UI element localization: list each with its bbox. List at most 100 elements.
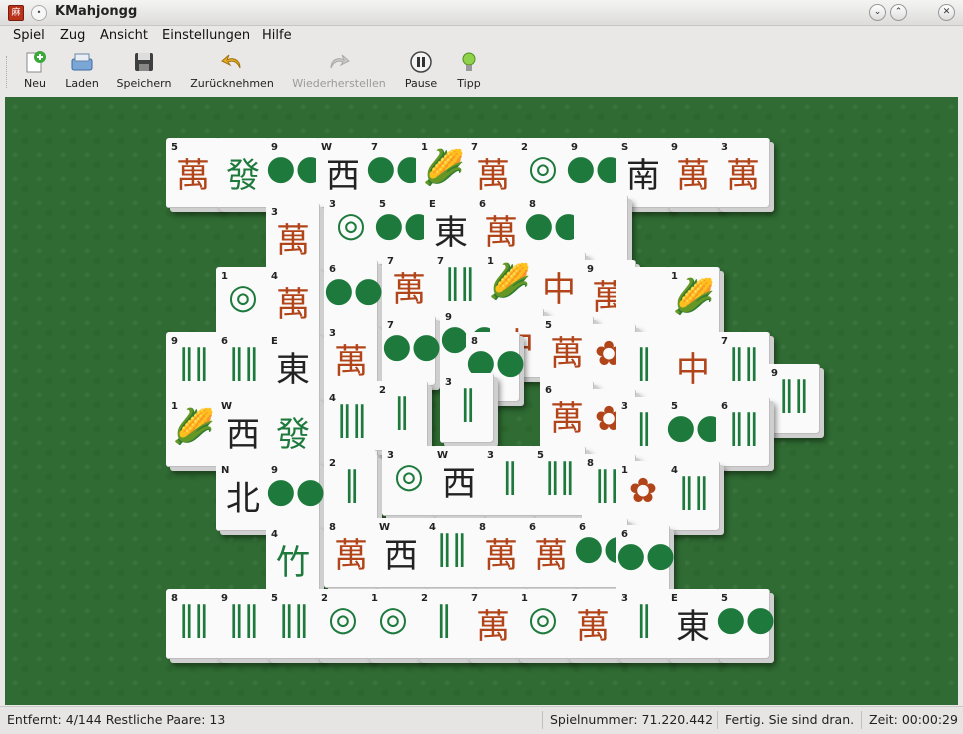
mahjong-tile[interactable]: 9 ‖‖ bbox=[166, 332, 220, 402]
tile-face-symbol: 🌽 bbox=[488, 262, 531, 302]
tile-face-symbol: ●● bbox=[616, 535, 676, 575]
menu-spiel[interactable]: Spiel bbox=[13, 28, 45, 43]
tile-face-symbol: ◎ bbox=[394, 456, 424, 496]
mahjong-tile[interactable]: E東 bbox=[666, 589, 720, 659]
tile-face-symbol: ●● bbox=[716, 599, 776, 639]
new-document-icon bbox=[23, 50, 47, 74]
mahjong-tile[interactable]: 9●● bbox=[266, 461, 325, 531]
undo-button[interactable]: Zurücknehmen bbox=[188, 50, 276, 92]
mahjong-tile[interactable]: 3 ‖ bbox=[440, 373, 494, 443]
undo-icon bbox=[220, 50, 244, 74]
mahjong-tile[interactable]: 2 ‖ bbox=[324, 454, 378, 524]
tile-face-symbol: 中 bbox=[676, 350, 710, 390]
tile-face-symbol: 西 bbox=[384, 536, 418, 576]
maximize-button[interactable]: ⌃ bbox=[890, 4, 907, 21]
status-bar: Entfernt: 4/144 Restliche Paare: 13 Spie… bbox=[0, 706, 963, 734]
mahjong-tile[interactable]: E東 bbox=[266, 332, 320, 402]
mahjong-tile[interactable]: 發 bbox=[216, 138, 270, 208]
mahjong-tile[interactable]: 8萬 bbox=[474, 518, 528, 588]
mahjong-tile[interactable]: 6 ‖‖ bbox=[216, 332, 270, 402]
mahjong-tile[interactable]: 5 ●● bbox=[716, 589, 776, 659]
mahjong-tile[interactable]: 2 ‖ bbox=[416, 589, 470, 659]
new-button[interactable]: Neu bbox=[20, 50, 50, 92]
mahjong-tile[interactable]: 3 ‖ bbox=[482, 446, 536, 516]
mahjong-tile[interactable]: 3萬 bbox=[266, 203, 320, 273]
game-number-status: Spielnummer: 71.220.442 bbox=[550, 712, 714, 727]
tile-face-symbol: 西 bbox=[442, 464, 476, 504]
menu-ansicht[interactable]: Ansicht bbox=[100, 28, 148, 43]
save-button[interactable]: Speichern bbox=[114, 50, 174, 92]
tile-face-symbol: ◎ bbox=[328, 599, 358, 639]
mahjong-tile[interactable]: 4 ‖‖ bbox=[666, 461, 720, 531]
tile-face-symbol: ●● bbox=[666, 407, 726, 447]
tile-face-symbol: ●● bbox=[266, 148, 326, 188]
mahjong-tile[interactable]: 4 ‖‖ bbox=[424, 518, 478, 588]
mahjong-tile[interactable]: 1 ◎ bbox=[216, 267, 270, 337]
mahjong-tile[interactable]: 3 ◎ bbox=[324, 195, 378, 265]
tile-face-symbol: ‖ bbox=[459, 383, 477, 423]
mahjong-tile[interactable]: 8萬 bbox=[324, 518, 378, 588]
close-button[interactable]: ✕ bbox=[938, 4, 955, 21]
mahjong-tile[interactable]: 發 bbox=[266, 397, 320, 467]
mahjong-tile[interactable]: 6 ‖‖ bbox=[716, 397, 770, 467]
mahjong-tile[interactable]: 2 ◎ bbox=[316, 589, 370, 659]
mahjong-tile[interactable]: 7 ●● bbox=[382, 316, 441, 386]
mahjong-tile[interactable]: 4 ‖‖ bbox=[324, 389, 378, 459]
mahjong-tile[interactable]: 7萬 bbox=[566, 589, 620, 659]
mahjong-tile[interactable]: 7 ‖‖ bbox=[716, 332, 770, 402]
game-board[interactable]: 5 萬發 9 ●● W 西 7 ●● 1 🌽 7 萬 2 ◎ 9 ●● S 南 9 萬 3 萬 3 萬 3 ◎ 5 ●● E 東 6 萬 8 ●●… bbox=[5, 97, 958, 705]
mahjong-tile[interactable]: 4萬 bbox=[266, 267, 320, 337]
mahjong-tile[interactable]: 1 ◎ bbox=[366, 589, 420, 659]
mahjong-tile[interactable]: W西 bbox=[432, 446, 486, 516]
menu-hilfe[interactable]: Hilfe bbox=[262, 28, 292, 43]
minimize-button[interactable]: ⌄ bbox=[869, 4, 886, 21]
tile-face-symbol: 萬 bbox=[334, 342, 368, 382]
mahjong-tile[interactable]: 9 ‖‖ bbox=[766, 364, 820, 434]
mahjong-tile[interactable]: 3萬 bbox=[716, 138, 770, 208]
mahjong-tile[interactable]: 5 ‖‖ bbox=[266, 589, 320, 659]
mahjong-tile[interactable]: 1 🌽 bbox=[666, 267, 720, 337]
mahjong-tile[interactable]: 8 ‖‖ bbox=[166, 589, 220, 659]
mahjong-tile[interactable]: 1 ◎ bbox=[516, 589, 570, 659]
window-menu-icon[interactable]: • bbox=[31, 5, 47, 21]
mahjong-tile[interactable]: N北 bbox=[216, 461, 270, 531]
mahjong-tile[interactable]: 中 bbox=[666, 332, 720, 402]
tile-face-symbol: ●● bbox=[366, 148, 426, 188]
mahjong-tile[interactable]: 6 ●● bbox=[324, 260, 383, 330]
tile-face-symbol: 竹 bbox=[276, 543, 310, 583]
mahjongg-app-icon[interactable]: 麻 bbox=[8, 5, 24, 21]
tile-face-symbol: ‖‖ bbox=[278, 599, 310, 639]
menu-bar: Spiel Zug Ansicht Einstellungen Hilfe bbox=[0, 26, 963, 46]
mahjong-tile[interactable]: W西 bbox=[216, 397, 270, 467]
mahjong-tile[interactable]: 5 ‖‖ bbox=[532, 446, 586, 516]
title-bar: 麻 • KMahjongg ⌄ ⌃ ✕ bbox=[0, 0, 963, 26]
tile-face-symbol: ‖‖ bbox=[544, 456, 576, 496]
tile-face-symbol: 🌽 bbox=[672, 277, 715, 317]
redo-button[interactable]: Wiederherstellen bbox=[290, 50, 388, 92]
mahjong-tile[interactable]: 3萬 bbox=[324, 324, 378, 394]
mahjong-tile[interactable]: 6萬 bbox=[524, 518, 578, 588]
mahjong-tile[interactable]: 3 ◎ bbox=[382, 446, 436, 516]
mahjong-tile[interactable]: 7萬 bbox=[382, 252, 436, 322]
mahjong-tile[interactable]: 9萬 bbox=[666, 138, 720, 208]
load-button[interactable]: Laden bbox=[62, 50, 102, 92]
tile-face-symbol: 東 bbox=[276, 350, 310, 390]
mahjong-tile[interactable]: 1 🌽 bbox=[166, 397, 220, 467]
mahjong-tile[interactable]: 4竹 bbox=[266, 525, 320, 595]
mahjong-tile[interactable]: 5 ●● bbox=[666, 397, 726, 467]
mahjong-tile[interactable]: 3 ‖ bbox=[616, 589, 670, 659]
menu-einstellungen[interactable]: Einstellungen bbox=[162, 28, 250, 43]
mahjong-tile[interactable]: 7萬 bbox=[466, 589, 520, 659]
pause-button[interactable]: Pause bbox=[402, 50, 440, 92]
tile-face-symbol: ‖ bbox=[635, 342, 653, 382]
mahjong-tile[interactable]: 9●● bbox=[266, 138, 326, 208]
mahjong-tile[interactable]: 9 ‖‖ bbox=[216, 589, 270, 659]
tile-face-symbol: 萬 bbox=[334, 536, 368, 576]
hint-button[interactable]: Tipp bbox=[454, 50, 484, 92]
mahjong-tile[interactable]: 2 ‖ bbox=[374, 381, 428, 451]
mahjong-tile[interactable]: W西 bbox=[374, 518, 428, 588]
tile-face-symbol: ‖ bbox=[635, 599, 653, 639]
mahjong-tile[interactable]: 5萬 bbox=[166, 138, 220, 208]
menu-zug[interactable]: Zug bbox=[60, 28, 85, 43]
mahjong-tile[interactable]: 6 ●● bbox=[616, 525, 676, 595]
